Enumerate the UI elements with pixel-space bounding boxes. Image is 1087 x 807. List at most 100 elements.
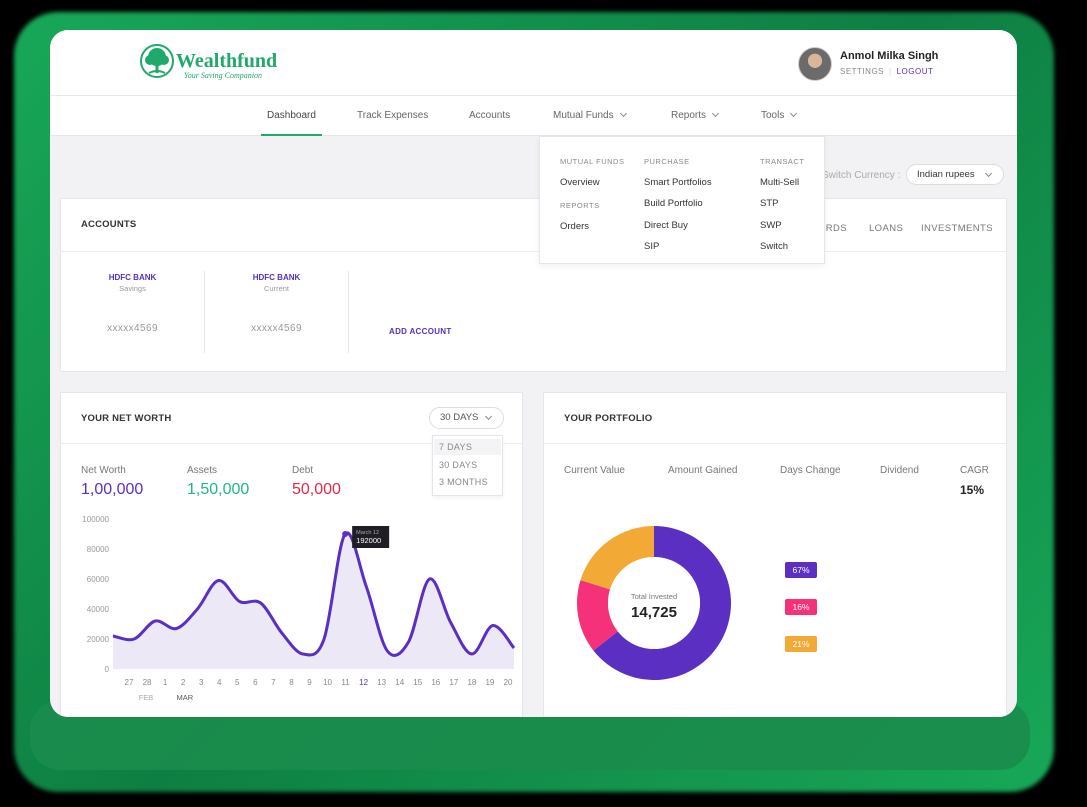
nav-label: Tools [761,110,785,121]
account-tile[interactable]: HDFC BANK Savings xxxxx4569 [61,271,204,353]
nav-accounts[interactable]: Accounts [469,96,510,136]
slice-badge-pink: 16% [785,599,817,615]
logout-link[interactable]: LOGOUT [897,67,934,76]
total-invested-value: 14,725 [631,604,677,621]
x-tick-label: 2 [181,678,186,687]
portfolio-card: YOUR PORTFOLIO Current Value Amount Gain… [543,392,1007,717]
tab-loans[interactable]: LOANS [869,223,903,234]
menu-item-swp[interactable]: SWP [760,220,782,231]
menu-item-overview[interactable]: Overview [560,177,600,188]
nav-track-expenses[interactable]: Track Expenses [357,96,428,136]
x-tick-label: 16 [431,678,440,687]
menu-item-direct-buy[interactable]: Direct Buy [644,220,688,231]
nav-reports[interactable]: Reports [671,96,720,136]
card-divider [544,443,1006,444]
menu-heading-mutual-funds: MUTUAL FUNDS [560,157,625,166]
range-option[interactable]: 3 MONTHS [439,477,488,487]
y-tick-label: 60000 [87,575,110,584]
nav-dashboard[interactable]: Dashboard [261,96,322,136]
link-separator: | [889,67,892,76]
nav-label: Mutual Funds [553,110,614,121]
currency-select[interactable]: Indian rupees [906,164,1004,185]
x-tick-label: 4 [217,678,222,687]
accounts-title: ACCOUNTS [81,219,137,230]
x-tick-label: 15 [413,678,422,687]
brand-logo[interactable]: Wealthfund Your Saving Companion [140,44,280,84]
menu-item-build-portfolio[interactable]: Build Portfolio [644,198,703,209]
brand-tagline: Your Saving Companion [184,71,262,80]
x-tick-label: 3 [199,678,204,687]
x-tick-label: 13 [377,678,386,687]
x-tick-label: 7 [271,678,276,687]
x-tick-label: 5 [235,678,240,687]
currency-label: Switch Currency : [822,170,901,181]
net-worth-label: Net Worth [81,465,126,476]
currency-value: Indian rupees [917,169,975,180]
portfolio-donut-chart [577,526,731,680]
x-tick-label: 20 [504,678,513,687]
x-tick-label: 19 [485,678,494,687]
total-invested-label: Total Invested [630,592,678,601]
nav-label: Track Expenses [357,110,429,121]
app-window: Wealthfund Your Saving Companion Anmol M… [50,30,1017,717]
donut-hole [608,557,700,649]
cagr-label: CAGR [960,465,989,476]
net-worth-value: 1,00,000 [81,481,144,498]
menu-item-switch[interactable]: Switch [760,241,788,252]
account-tile[interactable]: HDFC BANK Current xxxxx4569 [205,271,348,353]
cagr-value: 15% [960,483,985,497]
chart-area-fill [113,532,514,669]
x-tick-label: 10 [323,678,332,687]
x-tick-label: 12 [359,678,368,687]
account-bank: HDFC BANK [252,273,301,282]
menu-item-smart-portfolios[interactable]: Smart Portfolios [644,177,712,188]
nav-label: Accounts [469,110,511,121]
add-account-link[interactable]: ADD ACCOUNT [389,327,452,336]
tree-logo-icon [140,44,174,78]
assets-label: Assets [187,465,218,476]
range-select[interactable]: 30 DAYS [429,407,504,429]
range-option[interactable]: 30 DAYS [439,460,477,470]
accounts-card: ACCOUNTS ARDS LOANS INVESTMENTS HDFC BAN… [60,198,1007,372]
net-worth-card: YOUR NET WORTH 30 DAYS 7 DAYS 30 DAYS 3 … [60,392,523,717]
menu-item-multi-sell[interactable]: Multi-Sell [760,177,799,188]
chevron-down-icon [711,109,720,118]
nav-label: Dashboard [267,110,316,121]
y-tick-label: 20000 [87,635,110,644]
y-tick-label: 80000 [87,545,110,554]
chevron-down-icon [984,169,993,178]
month-label: FEB [139,693,154,702]
range-value: 30 DAYS [440,412,479,423]
tab-investments[interactable]: INVESTMENTS [921,223,993,234]
menu-item-sip[interactable]: SIP [644,241,659,252]
x-tick-label: 8 [289,678,294,687]
menu-heading-transact: TRANSACT [760,157,805,166]
card-divider [61,251,1006,252]
slice-badge-orange: 21% [785,636,817,652]
range-option[interactable]: 7 DAYS [434,439,501,455]
settings-link[interactable]: SETTINGS [840,67,884,76]
chevron-down-icon [790,109,798,118]
x-tick-label: 11 [341,678,350,687]
menu-heading-purchase: PURCHASE [644,157,690,166]
user-menu: Anmol Milka Singh SETTINGS | LOGOUT [798,47,998,83]
menu-item-stp[interactable]: STP [760,198,778,209]
nav-mutual-funds[interactable]: Mutual Funds [553,96,627,136]
x-tick-label: 28 [143,678,152,687]
x-tick-label: 14 [395,678,404,687]
debt-value: 50,000 [292,481,341,498]
account-separator [348,271,349,353]
account-type: Current [263,284,289,293]
nav-tools[interactable]: Tools [761,96,798,136]
chart-point-peak [342,531,349,537]
mutual-funds-dropdown: MUTUAL FUNDS Overview REPORTS Orders PUR… [539,136,825,264]
nav-label: Reports [671,110,707,121]
top-header: Wealthfund Your Saving Companion Anmol M… [50,30,1017,96]
chevron-down-icon [619,109,627,118]
avatar[interactable] [798,47,832,81]
slice-badge-purple: 67% [785,562,817,578]
x-tick-label: 17 [449,678,458,687]
menu-item-orders[interactable]: Orders [560,221,589,232]
brand-name: Wealthfund [176,50,278,72]
x-tick-label: 6 [253,678,258,687]
